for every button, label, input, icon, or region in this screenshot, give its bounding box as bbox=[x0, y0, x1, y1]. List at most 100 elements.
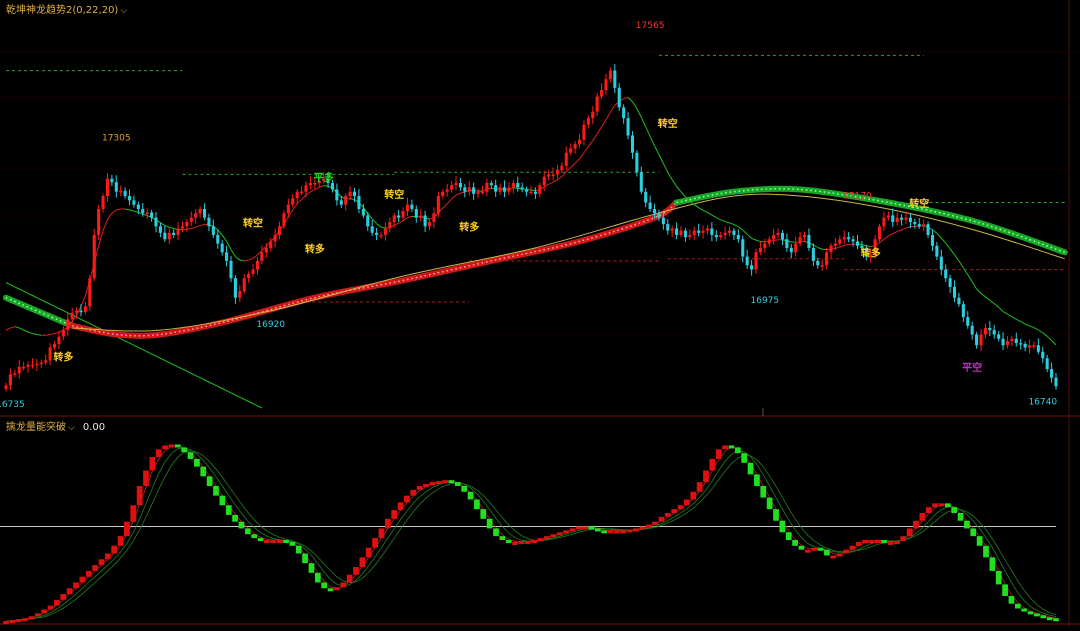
ma-short-segment bbox=[50, 334, 54, 335]
chevron-down-icon[interactable]: ⌵ bbox=[68, 423, 75, 433]
candle bbox=[829, 243, 832, 258]
osc-bar bbox=[258, 538, 264, 541]
candle bbox=[468, 181, 471, 196]
osc-bar bbox=[461, 486, 467, 492]
candle-body bbox=[666, 224, 669, 230]
ma-short-segment bbox=[231, 250, 235, 257]
candle-body bbox=[410, 205, 413, 209]
osc-bar bbox=[888, 542, 894, 545]
price-label: 16740 bbox=[1028, 398, 1057, 408]
ma-short-segment bbox=[350, 199, 354, 200]
osc-bar bbox=[1053, 618, 1059, 621]
candle bbox=[547, 170, 550, 180]
osc-bar bbox=[35, 613, 41, 616]
ma-short-segment bbox=[1047, 336, 1051, 340]
candle bbox=[252, 264, 255, 277]
osc-bar bbox=[1021, 609, 1027, 612]
ma-short-segment bbox=[227, 241, 231, 249]
osc-bar bbox=[105, 554, 111, 560]
candle-body bbox=[22, 367, 25, 369]
ma-short-segment bbox=[549, 182, 553, 184]
osc-bar bbox=[843, 550, 849, 554]
osc-bar bbox=[754, 474, 760, 486]
signal-label: 平多 bbox=[314, 171, 334, 184]
candle bbox=[1041, 347, 1044, 363]
ma-short-segment bbox=[77, 306, 81, 315]
ma-short-segment bbox=[955, 255, 959, 261]
ma-short-segment bbox=[637, 109, 641, 118]
osc-bar bbox=[512, 542, 518, 545]
chevron-down-icon[interactable]: ⌵ bbox=[120, 6, 127, 16]
main-indicator-header[interactable]: 乾坤神龙趋势2(0,22,20)⌵ bbox=[6, 1, 127, 16]
ma-short-segment bbox=[557, 177, 561, 180]
candle-body bbox=[971, 326, 974, 335]
candle bbox=[1006, 336, 1009, 348]
candle-body bbox=[62, 330, 65, 336]
candle bbox=[560, 162, 563, 172]
candle-body bbox=[494, 185, 497, 191]
candle bbox=[715, 230, 718, 241]
osc-bar bbox=[531, 540, 537, 543]
ma-short-segment bbox=[293, 204, 297, 210]
candle bbox=[110, 175, 113, 186]
candle-body bbox=[1019, 343, 1022, 345]
candle-body bbox=[141, 209, 144, 213]
candle-body bbox=[71, 313, 74, 319]
candle bbox=[587, 116, 590, 129]
candle bbox=[746, 250, 749, 269]
candle-body bbox=[199, 209, 202, 213]
candle bbox=[596, 93, 599, 116]
candle-body bbox=[1010, 339, 1013, 341]
candle-body bbox=[640, 172, 643, 191]
candle-body bbox=[754, 252, 757, 269]
osc-bar bbox=[213, 486, 219, 496]
osc-bar bbox=[220, 496, 226, 506]
candle bbox=[225, 246, 228, 267]
osc-bar bbox=[315, 573, 321, 583]
osc-bar bbox=[398, 502, 404, 510]
candle-body bbox=[587, 118, 590, 124]
candle-body bbox=[331, 183, 334, 189]
candle-body bbox=[882, 218, 885, 227]
ma-short-segment bbox=[756, 240, 760, 241]
candle-body bbox=[653, 209, 656, 213]
candle-body bbox=[459, 183, 462, 187]
osc-bar bbox=[703, 471, 709, 483]
candle-body bbox=[507, 187, 510, 191]
osc-bar bbox=[805, 550, 811, 553]
candle bbox=[172, 229, 175, 238]
candle-body bbox=[53, 344, 56, 347]
candle bbox=[13, 369, 16, 377]
price-label: 17565 bbox=[636, 21, 665, 31]
ma-short-segment bbox=[1034, 328, 1038, 331]
candle bbox=[984, 324, 987, 338]
candle bbox=[741, 235, 744, 262]
candle-body bbox=[697, 231, 700, 233]
candle-body bbox=[419, 215, 422, 217]
candle bbox=[896, 212, 899, 225]
osc-indicator-header[interactable]: 擒龙量能突破⌵0.00 bbox=[6, 418, 105, 433]
candle bbox=[424, 211, 427, 232]
candle bbox=[44, 354, 47, 365]
ma-short-segment bbox=[10, 327, 14, 328]
osc-bar bbox=[360, 557, 366, 567]
ma-short-segment bbox=[840, 245, 844, 247]
price-label: 17305 bbox=[102, 133, 131, 143]
candle bbox=[604, 74, 607, 95]
osc-bar bbox=[239, 522, 245, 529]
candle-body bbox=[706, 228, 709, 230]
osc-bar bbox=[54, 600, 60, 606]
candle bbox=[190, 212, 193, 226]
candle-body bbox=[102, 196, 105, 209]
osc-bar bbox=[500, 536, 506, 540]
candle-body bbox=[349, 192, 352, 196]
candle-body bbox=[309, 183, 312, 185]
osc-bar bbox=[773, 509, 779, 521]
osc-bar bbox=[10, 620, 16, 623]
candle bbox=[574, 141, 577, 154]
candle bbox=[688, 229, 691, 240]
osc-bar bbox=[881, 540, 887, 543]
ma-short-segment bbox=[244, 260, 248, 261]
ma-short-segment bbox=[456, 193, 460, 195]
candle bbox=[679, 226, 682, 237]
